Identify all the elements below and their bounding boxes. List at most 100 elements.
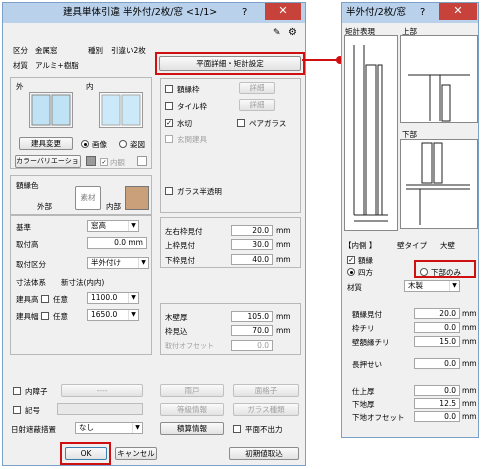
mount-height-label: 取付高: [16, 240, 39, 249]
height-arbitrary-checkbox[interactable]: [41, 295, 49, 303]
wall-thick-field[interactable]: 105.0: [231, 311, 273, 322]
radio-image[interactable]: [81, 140, 89, 148]
mount-offset-field[interactable]: 0.0: [231, 340, 273, 351]
sill-width-unit: mm: [462, 309, 477, 318]
bottom-frame-field[interactable]: 40.0: [231, 254, 273, 265]
frame-chiri-field[interactable]: 0.0: [414, 322, 460, 333]
frame-color-label: 額縁色: [16, 181, 39, 190]
sub-dialog: 半外付/2枚/窓 ? ✕ 矩計表現 上部 下部 【内側 】 壁タイプ 大壁 ✓ …: [341, 2, 479, 438]
initial-button[interactable]: 初期値取込: [229, 447, 299, 460]
frame-color-group: 額縁色 素材 外部 内部: [10, 175, 152, 215]
wall-chiri-field[interactable]: 15.0: [414, 336, 460, 347]
inner-shoji-checkbox[interactable]: [13, 387, 21, 395]
tile-detail-button[interactable]: 詳細: [239, 99, 275, 111]
bottom-diagram: [400, 139, 478, 229]
lr-frame-unit: mm: [276, 226, 291, 235]
fixture-change-button[interactable]: 建具変更: [19, 137, 73, 150]
class-label: 区分: [13, 46, 28, 55]
long-unit: mm: [462, 359, 477, 368]
width-arbitrary-checkbox[interactable]: [41, 312, 49, 320]
fixture-width-label: 建具幅: [16, 312, 39, 321]
dim-system-label: 寸法体系: [16, 278, 46, 287]
chevron-down-icon: ▼: [138, 258, 148, 268]
height-arbitrary-label: 任意: [53, 295, 68, 304]
tile-frame-checkbox[interactable]: [165, 102, 173, 110]
material-label: 材質: [13, 61, 28, 70]
plan-no-output-checkbox[interactable]: [233, 425, 241, 433]
radio-elevation[interactable]: [119, 140, 127, 148]
help-icon[interactable]: ?: [420, 3, 425, 23]
inner-checkbox[interactable]: ✓: [100, 158, 108, 166]
under-thick-label: 下地厚: [352, 400, 375, 409]
lr-frame-field[interactable]: 20.0: [231, 225, 273, 236]
symbol-checkbox[interactable]: [13, 406, 21, 414]
inner-swatch: [137, 156, 147, 166]
quantity-info-button[interactable]: 積算情報: [160, 422, 224, 435]
long-field[interactable]: 0.0: [414, 358, 460, 369]
glass-type-button[interactable]: ガラス種類: [233, 403, 299, 416]
pair-glass-checkbox[interactable]: [237, 119, 245, 127]
interior-wood-swatch[interactable]: [125, 186, 149, 210]
mount-height-field[interactable]: 0.0 mm: [87, 237, 147, 249]
four-sides-label: 四方: [358, 268, 373, 277]
wall-chiri-label: 壁額縁チリ: [352, 338, 390, 347]
plan-no-output-label: 平面不出力: [245, 425, 283, 434]
main-dialog: 建具単体引違 半外付/2枚/窓 <1/1> ? ✕ ✎ ⚙ 区分 金属窓 種別 …: [2, 2, 306, 466]
water-cut-label: 水切: [177, 119, 192, 128]
four-sides-radio[interactable]: [347, 268, 355, 276]
height-select[interactable]: 1100.0 ▼: [87, 292, 139, 304]
frame-checkbox[interactable]: ✓: [347, 256, 355, 264]
bottom-only-highlight: [414, 260, 476, 278]
frame-depth-field[interactable]: 70.0: [231, 325, 273, 336]
entrance-checkbox[interactable]: [165, 135, 173, 143]
frame-depth-unit: mm: [276, 326, 291, 335]
sub-titlebar: 半外付/2枚/窓 ? ✕: [342, 3, 478, 23]
glass-opaque-checkbox[interactable]: [165, 187, 173, 195]
mount-class-select[interactable]: 半外付け ▼: [87, 257, 149, 269]
ok-highlight: [60, 442, 111, 465]
width-select-value: 1650.0: [91, 310, 118, 319]
close-button[interactable]: ✕: [265, 3, 301, 20]
base-select[interactable]: 窓高 ▼: [87, 220, 139, 232]
pen-icon[interactable]: ✎: [273, 28, 281, 38]
sill-width-field[interactable]: 20.0: [414, 308, 460, 319]
top-frame-field[interactable]: 30.0: [231, 239, 273, 250]
gear-icon[interactable]: ⚙: [288, 27, 297, 38]
outside-label: 外: [16, 82, 24, 91]
wall-type-label: 壁タイプ: [397, 241, 427, 250]
water-cut-checkbox[interactable]: ✓: [165, 119, 173, 127]
inner-shoji-button[interactable]: ----: [61, 384, 143, 397]
glass-opaque-label: ガラス半透明: [177, 187, 222, 196]
wall-type-value: 大壁: [440, 241, 455, 250]
wood-button[interactable]: 素材: [75, 186, 101, 210]
sub-material-label: 材質: [347, 283, 362, 292]
frame-depth-label: 枠見込: [165, 327, 188, 336]
color-variation-button[interactable]: カラーバリエーション: [15, 155, 81, 168]
interior-label: 内部: [106, 202, 121, 211]
sub-material-select[interactable]: 木製 ▼: [404, 280, 460, 292]
width-select[interactable]: 1650.0 ▼: [87, 309, 139, 321]
symbol-field[interactable]: [57, 403, 143, 415]
help-icon[interactable]: ?: [242, 3, 247, 23]
rain-door-button[interactable]: 雨戸: [160, 384, 224, 397]
connector-line: [302, 56, 344, 64]
equiv-info-button[interactable]: 等級情報: [160, 403, 224, 416]
sill-frame-checkbox[interactable]: [165, 85, 173, 93]
sill-width-label: 額縁見付: [352, 310, 382, 319]
width-arbitrary-label: 任意: [53, 312, 68, 321]
inner-header: 【内側 】: [344, 241, 377, 250]
dim-system-value: 新寸法(内内): [61, 278, 105, 287]
sill-detail-button[interactable]: 詳細: [239, 82, 275, 94]
face-lattice-button[interactable]: 面格子: [233, 384, 299, 397]
section-diagram: [344, 35, 398, 231]
position-group: 基準 窓高 ▼ 取付高 0.0 mm 取付区分 半外付け ▼ 寸法体系 新寸法(内内…: [10, 215, 152, 355]
sunshade-select[interactable]: なし ▼: [75, 422, 143, 434]
inner-shoji-label: 内障子: [25, 387, 48, 396]
cancel-button[interactable]: キャンセル: [115, 447, 157, 460]
finish-thick-field[interactable]: 0.0: [414, 385, 460, 396]
under-offset-field[interactable]: 0.0: [414, 411, 460, 422]
options-group: 額縁枠 詳細 タイル枠 詳細 ✓ 水切 ペアガラス 玄関建具 ガラス半透明: [160, 78, 301, 213]
sub-close-button[interactable]: ✕: [439, 3, 477, 20]
frame-chiri-unit: mm: [462, 323, 477, 332]
under-thick-field[interactable]: 12.5: [414, 398, 460, 409]
